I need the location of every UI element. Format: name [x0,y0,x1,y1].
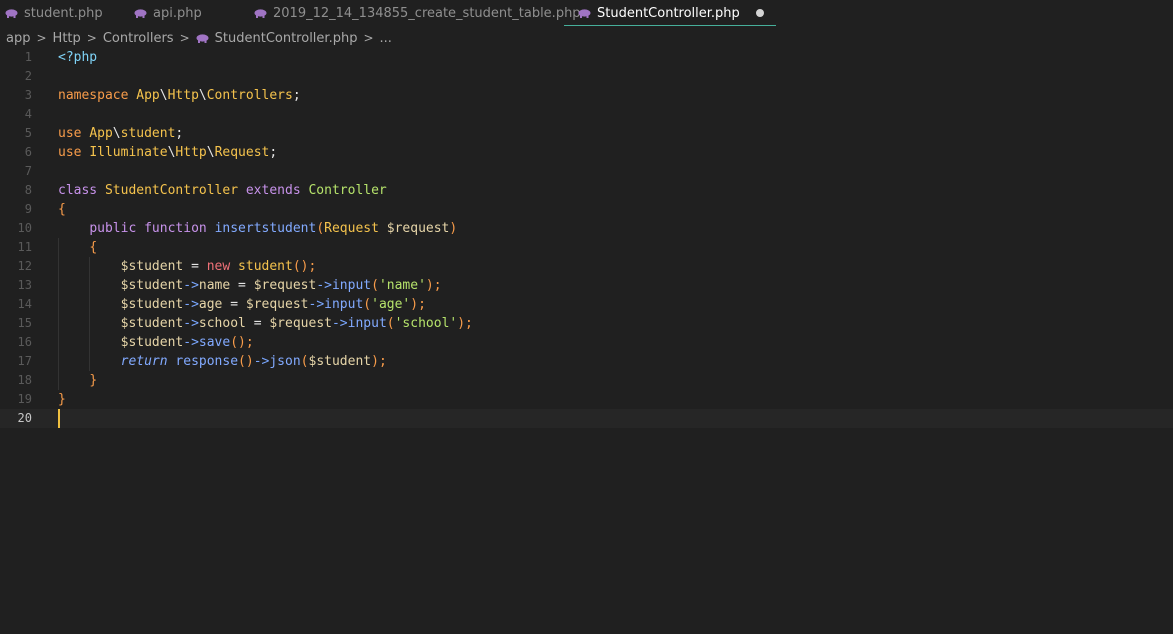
code-line: 18 } [0,371,1173,390]
code-line: 7 [0,162,1173,181]
code-line: 11 { [0,238,1173,257]
line-number: 7 [24,164,32,178]
tab-bar: student.php api.php 2019_12_14_134855_cr… [0,0,1173,26]
line-number: 1 [24,50,32,64]
chevron-right-icon: > [86,31,97,45]
line-number: 17 [17,354,32,368]
breadcrumb-item-http[interactable]: Http [53,31,81,46]
breadcrumb-item-file[interactable]: StudentController.php [215,31,358,46]
line-number: 19 [17,392,32,406]
line-number: 4 [24,107,32,121]
php-elephant-icon [196,33,209,43]
line-number: 15 [17,316,32,330]
breadcrumb: app > Http > Controllers > StudentContro… [6,28,392,48]
tab-student-controller[interactable]: StudentController.php [564,0,776,26]
code-editor[interactable]: 1 <?php 2 3 namespace App\Http\Controlle… [0,48,1173,634]
code-line: 8 class StudentController extends Contro… [0,181,1173,200]
php-elephant-icon [254,8,267,18]
text-cursor [58,409,60,428]
line-content: { [58,202,66,217]
line-content: $student = new student(); [120,259,317,274]
code-line: 2 [0,67,1173,86]
code-line: 12 $student = new student(); [0,257,1173,276]
line-content: { [89,240,98,255]
line-number: 12 [17,259,32,273]
php-elephant-icon [578,8,591,18]
tab-migration[interactable]: 2019_12_14_134855_create_student_table.p… [254,0,581,26]
code-line: 4 [0,105,1173,124]
line-content: class StudentController extends Controll… [58,183,387,198]
line-content: public function insertstudent(Request $r… [89,221,458,236]
line-content: use Illuminate\Http\Request; [58,145,278,160]
line-number: 6 [24,145,32,159]
unsaved-dot-icon[interactable] [755,9,764,17]
code-line: 15 $student->school = $request->input('s… [0,314,1173,333]
code-line: 19 } [0,390,1173,409]
code-line-current: 20 [0,409,1173,428]
breadcrumb-item-symbols[interactable]: ... [380,31,392,46]
line-number: 8 [24,183,32,197]
php-elephant-icon [134,8,147,18]
line-content: namespace App\Http\Controllers; [58,88,301,103]
line-content: $student->name = $request->input('name')… [120,278,442,293]
tab-label: StudentController.php [597,5,740,21]
code-line: 16 $student->save(); [0,333,1173,352]
line-number: 9 [24,202,32,216]
code-line: 13 $student->name = $request->input('nam… [0,276,1173,295]
breadcrumb-item-controllers[interactable]: Controllers [103,31,174,46]
line-number: 14 [17,297,32,311]
tab-label: student.php [24,5,103,21]
line-content: $student->save(); [120,335,254,350]
line-content: $student->school = $request->input('scho… [120,316,473,331]
chevron-right-icon: > [36,31,47,45]
code-line: 17 return response()->json($student); [0,352,1173,371]
breadcrumb-item-app[interactable]: app [6,31,30,46]
line-number: 3 [24,88,32,102]
line-number: 13 [17,278,32,292]
line-content: <?php [58,50,98,65]
tab-label: 2019_12_14_134855_create_student_table.p… [273,5,581,21]
code-line: 6 use Illuminate\Http\Request; [0,143,1173,162]
line-number: 16 [17,335,32,349]
php-elephant-icon [5,8,18,18]
tab-api-php[interactable]: api.php [134,0,202,26]
line-number: 11 [17,240,32,254]
line-number: 2 [24,69,32,83]
line-content: } [58,392,66,407]
line-content: $student->age = $request->input('age'); [120,297,426,312]
code-line: 14 $student->age = $request->input('age'… [0,295,1173,314]
code-line: 9 { [0,200,1173,219]
code-line: 5 use App\student; [0,124,1173,143]
line-number: 5 [24,126,32,140]
line-number: 10 [17,221,32,235]
tab-label: api.php [153,5,202,21]
chevron-right-icon: > [363,31,374,45]
code-line: 3 namespace App\Http\Controllers; [0,86,1173,105]
line-content: } [89,373,98,388]
code-line: 10 public function insertstudent(Request… [0,219,1173,238]
line-content: use App\student; [58,126,184,141]
line-number: 18 [17,373,32,387]
tab-student-php[interactable]: student.php [5,0,103,26]
line-content: return response()->json($student); [120,354,387,369]
line-number: 20 [17,411,32,425]
chevron-right-icon: > [179,31,190,45]
code-line: 1 <?php [0,48,1173,67]
